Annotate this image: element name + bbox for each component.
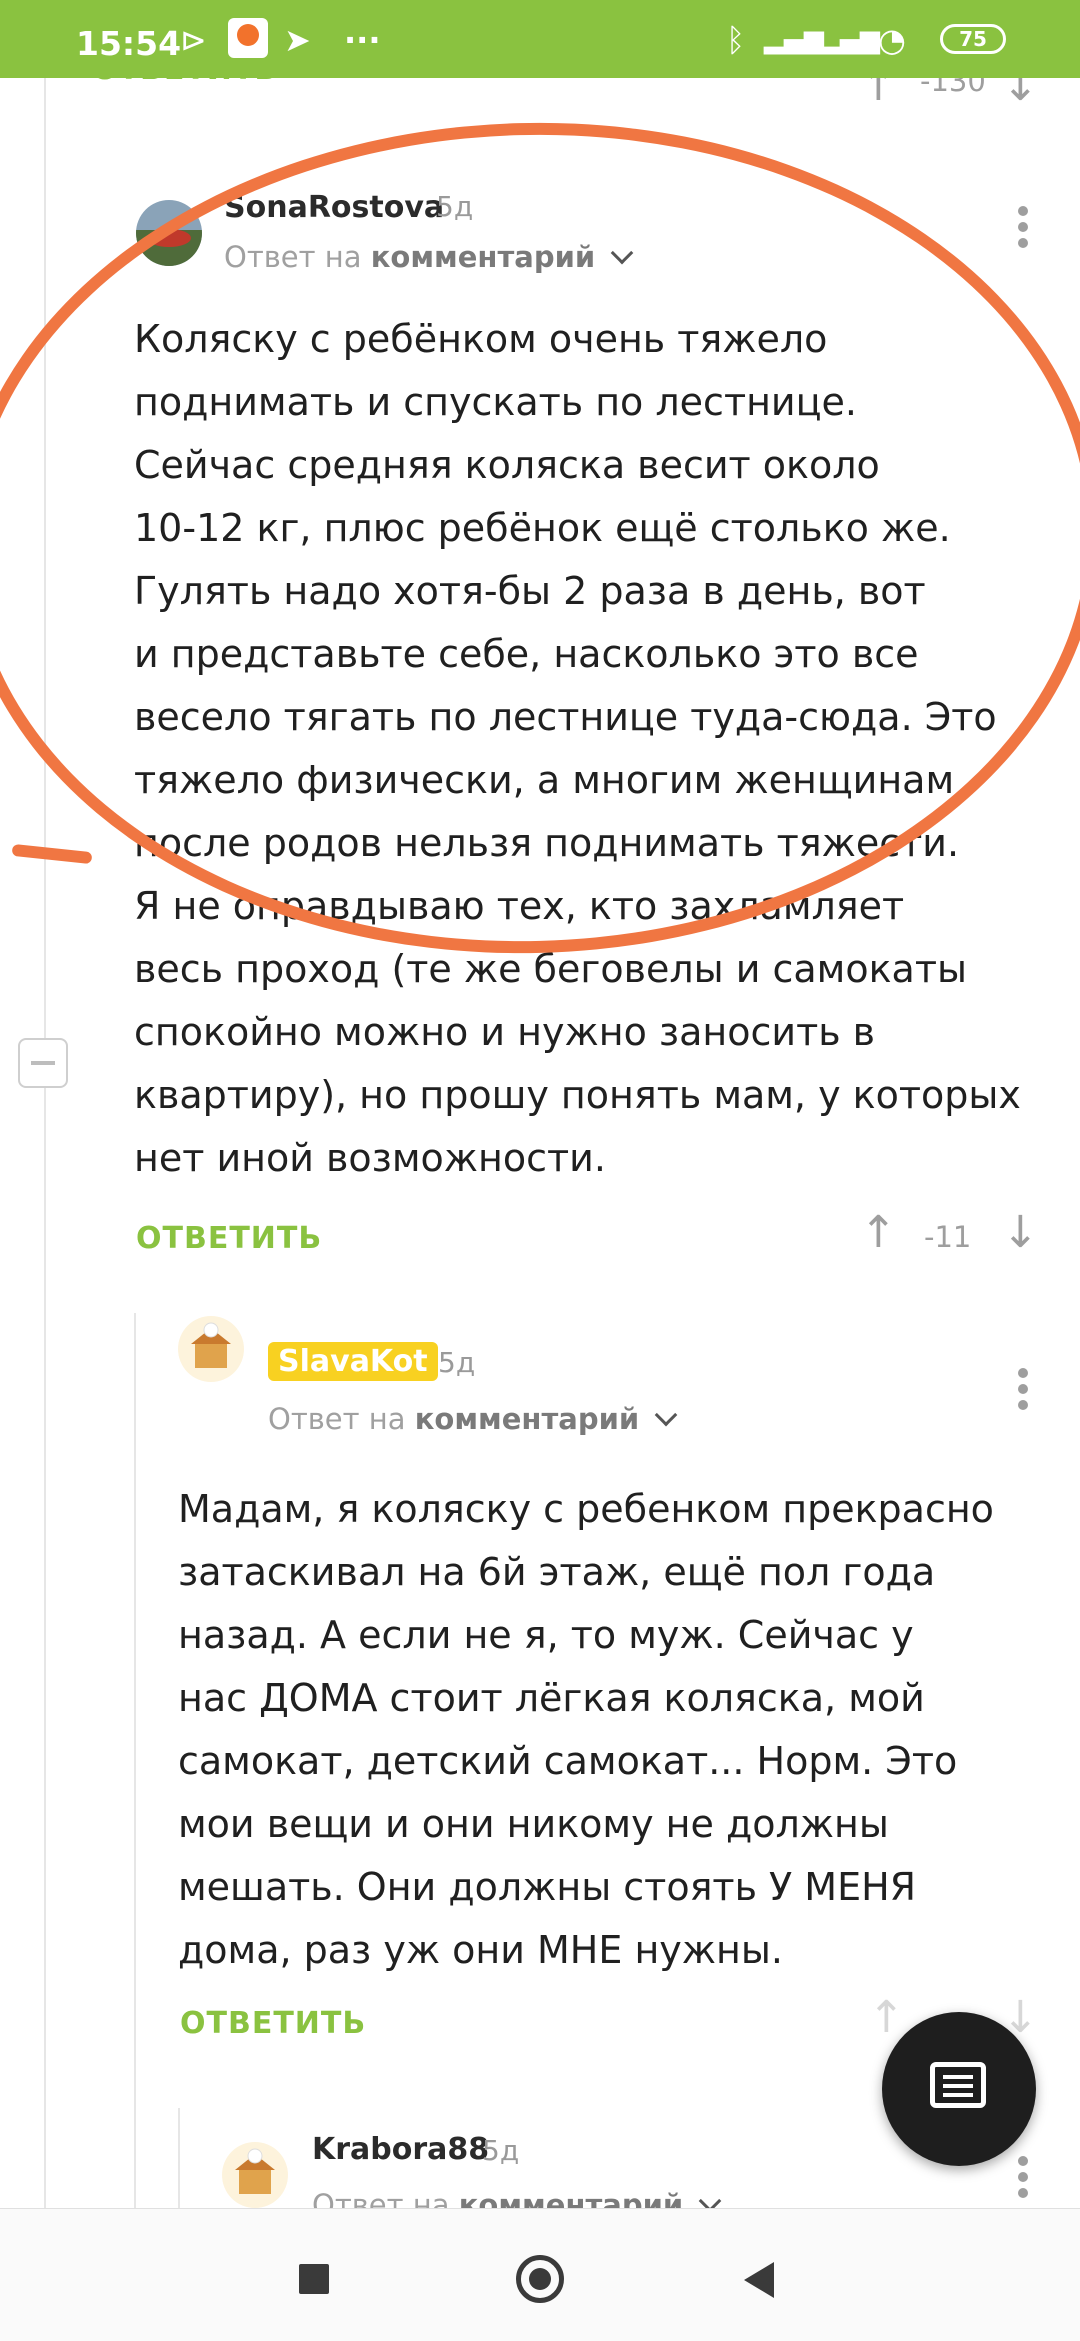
chevron-down-icon[interactable] (655, 1403, 678, 1427)
signal-icon: ▂▄▆ (764, 25, 824, 55)
comment-time: 5д (482, 2134, 520, 2167)
score: -130 (920, 78, 986, 98)
comments-feed[interactable]: ОТВЕТИТЬ ↑ -130 ↓ SonaRostova 5д Ответ н… (0, 78, 1080, 2208)
upvote-icon[interactable]: ↑ (860, 1211, 897, 1255)
status-time: 15:54 (76, 24, 182, 63)
more-options-icon[interactable] (1002, 202, 1042, 252)
thread-line (134, 1313, 136, 2208)
username[interactable]: Krabora88 (312, 2132, 489, 2167)
reply-to-target[interactable]: комментарий (459, 2188, 684, 2208)
notification-app-icon (228, 18, 268, 58)
reply-to-prefix: Ответ на (268, 1402, 406, 1436)
recent-apps-button[interactable] (299, 2264, 329, 2294)
comment-text: Мадам, я коляску с ребенком прекрасно за… (178, 1487, 994, 1972)
reply-button[interactable]: ОТВЕТИТЬ (136, 1221, 322, 1256)
navigation-bar (0, 2208, 1080, 2341)
avatar[interactable] (222, 2142, 288, 2208)
telegram-icon: ➤ (284, 21, 311, 59)
annotation-stroke (11, 843, 93, 865)
reply-to-target[interactable]: комментарий (415, 1402, 640, 1436)
reply-button[interactable]: ОТВЕТИТЬ (180, 2006, 366, 2041)
back-button[interactable] (744, 2262, 774, 2298)
downvote-icon[interactable]: ↓ (1002, 1211, 1039, 1255)
avatar[interactable] (178, 1316, 244, 1382)
more-icon: ··· (344, 21, 381, 59)
thread-line (178, 2108, 180, 2208)
home-button[interactable] (516, 2255, 564, 2303)
signal-icon: ▂▄▆ (820, 25, 880, 55)
bluetooth-icon: ᛒ (726, 21, 746, 59)
score: -11 (924, 1220, 972, 1254)
wifi-icon: ◔ (878, 21, 906, 59)
upvote-icon[interactable]: ↑ (860, 78, 897, 108)
chevron-down-icon[interactable] (699, 2189, 722, 2208)
downvote-icon[interactable]: ↓ (1002, 78, 1039, 108)
username-badge[interactable]: SlavaKot (268, 1342, 438, 1381)
battery-icon: 75 (940, 24, 1006, 54)
comment-icon (930, 2062, 986, 2108)
play-icon: ⊳ (180, 21, 207, 59)
reply-button[interactable]: ОТВЕТИТЬ (92, 78, 278, 87)
comment-time: 5д (438, 1346, 476, 1379)
reply-to-link[interactable]: Ответ на комментарий (312, 2188, 722, 2208)
status-bar: 15:54 ⊳ ➤ ··· ᛒ ▂▄▆ ▂▄▆ ◔ 75 (0, 0, 1080, 78)
upvote-icon[interactable]: ↑ (868, 1996, 905, 2040)
reply-to-link[interactable]: Ответ на комментарий (268, 1402, 678, 1436)
write-comment-button[interactable] (882, 2012, 1036, 2166)
collapse-thread-button[interactable] (18, 1038, 68, 1088)
reply-to-prefix: Ответ на (312, 2188, 450, 2208)
more-options-icon[interactable] (1002, 1364, 1042, 1414)
more-options-icon[interactable] (1002, 2152, 1042, 2202)
